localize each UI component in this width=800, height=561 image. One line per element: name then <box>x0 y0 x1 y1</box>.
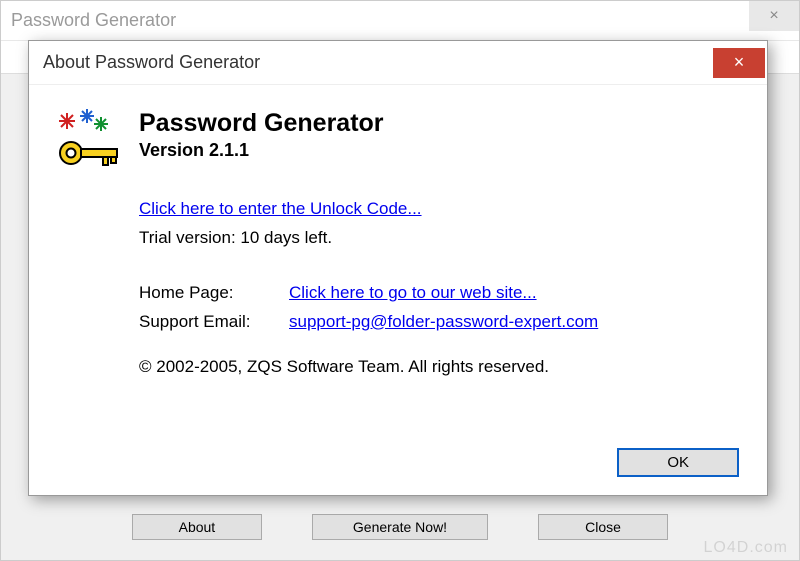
support-row: Support Email: support-pg@folder-passwor… <box>139 308 739 337</box>
main-titlebar: Password Generator × <box>1 1 799 41</box>
about-titlebar: About Password Generator × <box>29 41 767 85</box>
copyright-text: © 2002-2005, ZQS Software Team. All righ… <box>139 357 739 377</box>
close-button[interactable]: Close <box>538 514 668 540</box>
app-icon <box>57 109 121 173</box>
about-title-block: Password Generator Version 2.1.1 <box>139 109 384 161</box>
info-table: Home Page: Click here to go to our web s… <box>139 279 739 337</box>
about-body: Password Generator Version 2.1.1 Click h… <box>29 85 767 393</box>
main-close-button[interactable]: × <box>749 1 799 31</box>
close-icon: × <box>769 7 778 25</box>
app-name: Password Generator <box>139 109 384 138</box>
ok-row: OK <box>617 448 739 477</box>
support-link[interactable]: support-pg@folder-password-expert.com <box>289 308 598 337</box>
about-dialog: About Password Generator × <box>28 40 768 496</box>
close-icon: × <box>734 52 745 73</box>
unlock-link[interactable]: Click here to enter the Unlock Code... <box>139 199 422 218</box>
trial-status: Trial version: 10 days left. <box>139 228 332 247</box>
homepage-row: Home Page: Click here to go to our web s… <box>139 279 739 308</box>
about-close-button[interactable]: × <box>713 48 765 78</box>
about-dialog-title: About Password Generator <box>43 52 260 73</box>
homepage-label: Home Page: <box>139 279 289 308</box>
ok-button[interactable]: OK <box>617 448 739 477</box>
app-version: Version 2.1.1 <box>139 140 384 161</box>
about-header: Password Generator Version 2.1.1 <box>57 109 739 173</box>
support-label: Support Email: <box>139 308 289 337</box>
unlock-block: Click here to enter the Unlock Code... T… <box>139 195 739 253</box>
generate-button[interactable]: Generate Now! <box>312 514 488 540</box>
homepage-link[interactable]: Click here to go to our web site... <box>289 279 537 308</box>
about-button[interactable]: About <box>132 514 262 540</box>
main-button-row: About Generate Now! Close <box>1 514 799 540</box>
main-window-title: Password Generator <box>11 10 176 31</box>
